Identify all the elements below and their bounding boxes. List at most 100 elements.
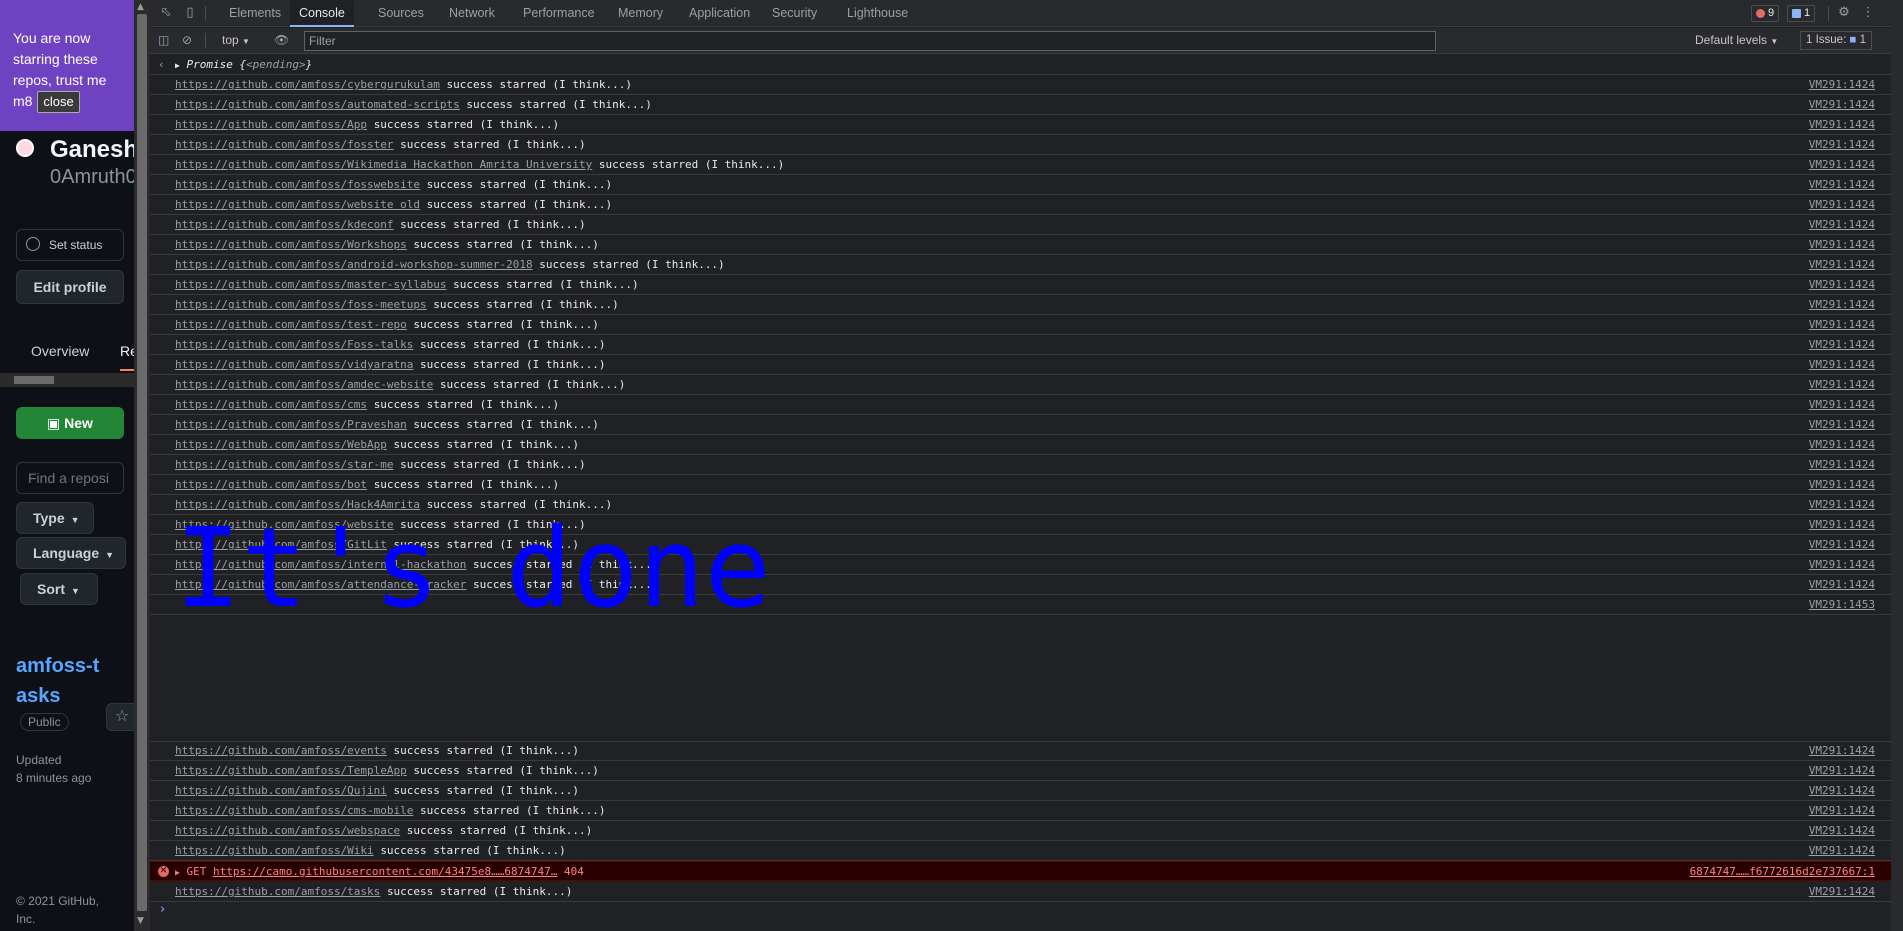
star-button[interactable]: ☆ — [106, 703, 134, 731]
message-count-badge[interactable]: 1 — [1787, 5, 1816, 22]
tab-elements[interactable]: Elements — [220, 0, 290, 27]
repo-link[interactable]: amfoss-tasks — [16, 651, 106, 711]
expand-triangle-icon[interactable]: ▶ — [175, 61, 180, 70]
source-link[interactable]: VM291:1424 — [1809, 535, 1875, 554]
source-link[interactable]: VM291:1424 — [1809, 215, 1875, 234]
log-levels-dropdown[interactable]: Default levels ▼ — [1695, 33, 1778, 47]
source-link[interactable]: VM291:1424 — [1809, 335, 1875, 354]
source-link[interactable]: VM291:1424 — [1809, 555, 1875, 574]
source-link[interactable]: VM291:1424 — [1809, 741, 1875, 760]
source-link[interactable]: VM291:1424 — [1809, 195, 1875, 214]
new-repo-button[interactable]: ▣ New — [16, 407, 124, 439]
page-vertical-scrollbar[interactable]: ▲ ▼ — [134, 0, 150, 931]
source-link[interactable]: VM291:1424 — [1809, 235, 1875, 254]
source-link[interactable]: VM291:1424 — [1809, 175, 1875, 194]
source-link[interactable]: VM291:1424 — [1809, 882, 1875, 901]
source-link[interactable]: 6874747……f6772616d2e737667:1 — [1690, 862, 1875, 881]
set-status-button[interactable]: Set status — [16, 229, 124, 261]
toast-close-button[interactable]: close — [37, 91, 80, 113]
language-filter-button[interactable]: Language ▼ — [16, 537, 126, 569]
scroll-down-arrow-icon[interactable]: ▼ — [137, 916, 144, 926]
source-link[interactable]: VM291:1424 — [1809, 781, 1875, 800]
source-link[interactable]: VM291:1453 — [1809, 595, 1875, 614]
sidebar-toggle-icon[interactable]: ◫ — [158, 33, 169, 47]
repo-url-link[interactable]: https://github.com/amfoss/WebApp — [175, 438, 387, 451]
source-link[interactable]: VM291:1424 — [1809, 475, 1875, 494]
error-url-link[interactable]: https://camo.githubusercontent.com/43475… — [213, 865, 557, 878]
console-prompt-icon[interactable]: › — [160, 902, 165, 917]
source-link[interactable]: VM291:1424 — [1809, 275, 1875, 294]
repo-url-link[interactable]: https://github.com/amfoss/Praveshan — [175, 418, 407, 431]
source-link[interactable]: VM291:1424 — [1809, 255, 1875, 274]
scrollbar-thumb[interactable] — [137, 14, 147, 911]
repo-url-link[interactable]: https://github.com/amfoss/Wiki — [175, 844, 374, 857]
repo-url-link[interactable]: https://github.com/amfoss/webspace — [175, 824, 400, 837]
devtools-scrollbar[interactable] — [1891, 0, 1903, 931]
repo-url-link[interactable]: https://github.com/amfoss/bot — [175, 478, 367, 491]
repo-url-link[interactable]: https://github.com/amfoss/Foss-talks — [175, 338, 413, 351]
repo-url-link[interactable]: https://github.com/amfoss/android-worksh… — [175, 258, 533, 271]
repo-url-link[interactable]: https://github.com/amfoss/amdec-website — [175, 378, 433, 391]
filter-input[interactable]: Filter — [304, 31, 1436, 51]
source-link[interactable]: VM291:1424 — [1809, 841, 1875, 860]
find-repo-input[interactable]: Find a reposi — [16, 462, 124, 494]
source-link[interactable]: VM291:1424 — [1809, 355, 1875, 374]
tab-overview[interactable]: Overview — [31, 343, 89, 359]
promise-text[interactable]: ▶ Promise {<pending>} — [175, 55, 312, 75]
repo-url-link[interactable]: https://github.com/amfoss/fosswebsite — [175, 178, 420, 191]
source-link[interactable]: VM291:1424 — [1809, 435, 1875, 454]
source-link[interactable]: VM291:1424 — [1809, 155, 1875, 174]
scroll-up-arrow-icon[interactable]: ▲ — [137, 2, 144, 12]
source-link[interactable]: VM291:1424 — [1809, 515, 1875, 534]
error-count-badge[interactable]: 9 — [1751, 5, 1780, 22]
source-link[interactable]: VM291:1424 — [1809, 761, 1875, 780]
repo-url-link[interactable]: https://github.com/amfoss/Workshops — [175, 238, 407, 251]
inspect-element-icon[interactable]: ⬁ — [158, 5, 174, 21]
device-toolbar-icon[interactable]: ▯ — [182, 5, 198, 21]
source-link[interactable]: VM291:1424 — [1809, 455, 1875, 474]
clear-console-icon[interactable]: ⊘ — [182, 33, 192, 47]
source-link[interactable]: VM291:1424 — [1809, 575, 1875, 594]
tab-security[interactable]: Security — [763, 0, 826, 27]
source-link[interactable]: VM291:1424 — [1809, 375, 1875, 394]
repo-url-link[interactable]: https://github.com/amfoss/tasks — [175, 885, 380, 898]
repo-url-link[interactable]: https://github.com/amfoss/website old — [175, 198, 420, 211]
scrollbar-thumb[interactable] — [14, 376, 54, 384]
context-selector[interactable]: top ▼ — [222, 33, 250, 47]
tab-performance[interactable]: Performance — [514, 0, 604, 27]
source-link[interactable]: VM291:1424 — [1809, 315, 1875, 334]
repo-url-link[interactable]: https://github.com/amfoss/App — [175, 118, 367, 131]
repo-url-link[interactable]: https://github.com/amfoss/kdeconf — [175, 218, 394, 231]
repo-url-link[interactable]: https://github.com/amfoss/cms-mobile — [175, 804, 413, 817]
tab-lighthouse[interactable]: Lighthouse — [838, 0, 917, 27]
tab-console[interactable]: Console — [290, 0, 354, 27]
repo-url-link[interactable]: https://github.com/amfoss/automated-scri… — [175, 98, 460, 111]
repo-url-link[interactable]: https://github.com/amfoss/star-me — [175, 458, 394, 471]
repo-url-link[interactable]: https://github.com/amfoss/foss-meetups — [175, 298, 427, 311]
eye-icon[interactable]: 👁 — [274, 33, 289, 47]
source-link[interactable]: VM291:1424 — [1809, 821, 1875, 840]
repo-url-link[interactable]: https://github.com/amfoss/fosster — [175, 138, 394, 151]
source-link[interactable]: VM291:1424 — [1809, 75, 1875, 94]
tab-network[interactable]: Network — [440, 0, 504, 27]
tab-application[interactable]: Application — [680, 0, 759, 27]
sort-filter-button[interactable]: Sort ▼ — [20, 573, 98, 605]
tab-repositories[interactable]: Re — [120, 343, 134, 371]
horizontal-scrollbar[interactable] — [0, 373, 134, 387]
source-link[interactable]: VM291:1424 — [1809, 295, 1875, 314]
tab-memory[interactable]: Memory — [609, 0, 672, 27]
source-link[interactable]: VM291:1424 — [1809, 801, 1875, 820]
more-options-icon[interactable]: ⋮ — [1860, 5, 1876, 21]
gear-icon[interactable]: ⚙ — [1836, 5, 1852, 21]
source-link[interactable]: VM291:1424 — [1809, 415, 1875, 434]
source-link[interactable]: VM291:1424 — [1809, 95, 1875, 114]
repo-url-link[interactable]: https://github.com/amfoss/master-syllabu… — [175, 278, 447, 291]
source-link[interactable]: VM291:1424 — [1809, 395, 1875, 414]
source-link[interactable]: VM291:1424 — [1809, 115, 1875, 134]
repo-url-link[interactable]: https://github.com/amfoss/cms — [175, 398, 367, 411]
source-link[interactable]: VM291:1424 — [1809, 135, 1875, 154]
edit-profile-button[interactable]: Edit profile — [16, 270, 124, 304]
repo-url-link[interactable]: https://github.com/amfoss/events — [175, 744, 387, 757]
tab-sources[interactable]: Sources — [369, 0, 433, 27]
repo-url-link[interactable]: https://github.com/amfoss/vidyaratna — [175, 358, 413, 371]
